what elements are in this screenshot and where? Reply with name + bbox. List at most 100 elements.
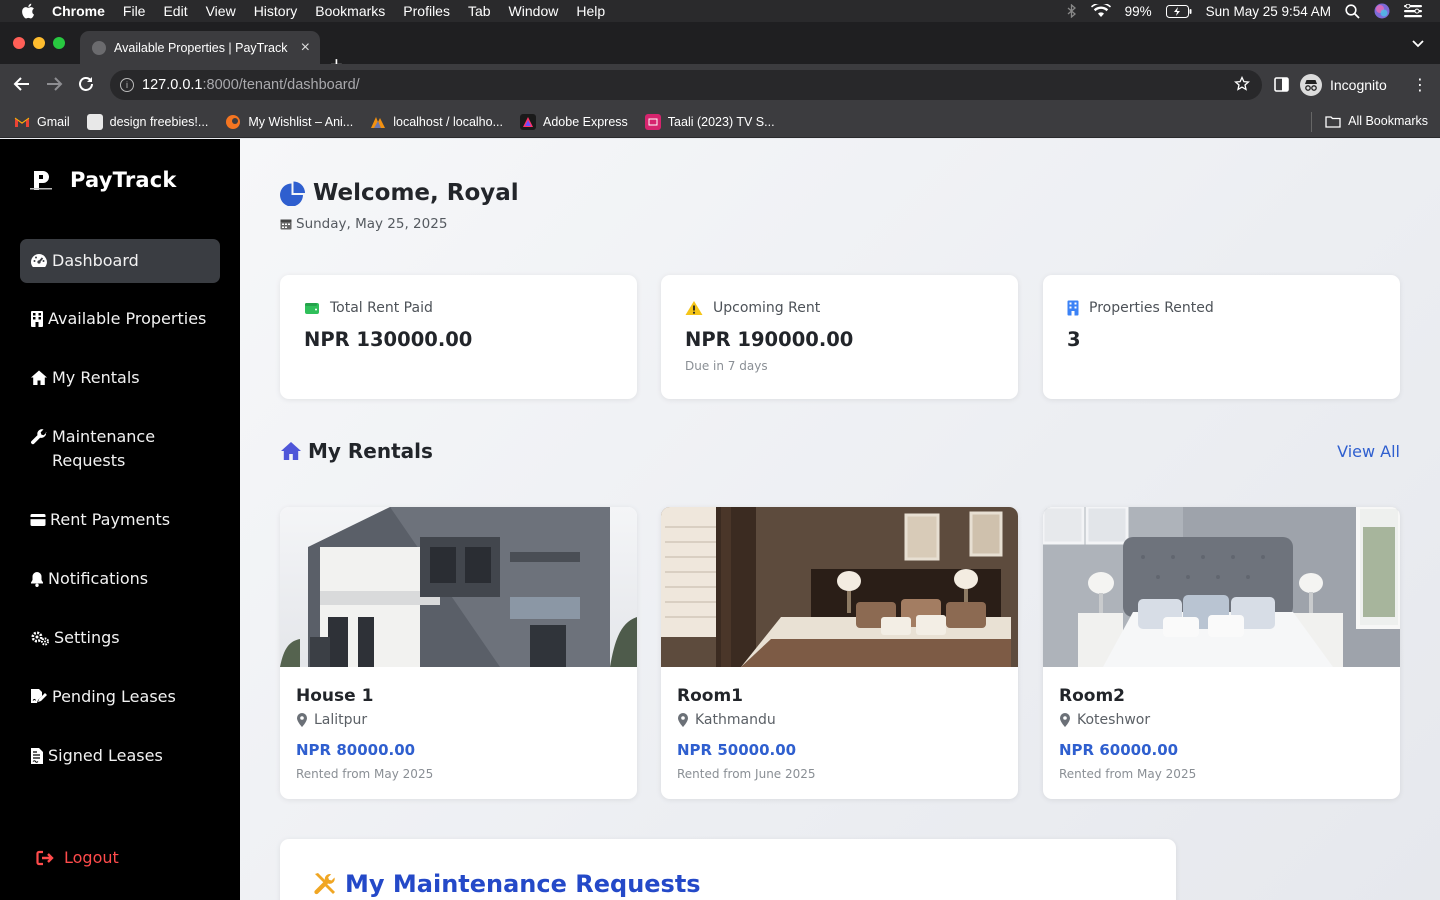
warning-icon: [685, 301, 703, 315]
wallet-icon: [305, 303, 319, 314]
stat-label: Total Rent Paid: [330, 300, 433, 316]
wrench-icon: [31, 429, 47, 445]
bluetooth-icon[interactable]: [1067, 4, 1077, 18]
rental-since: Rented from May 2025: [296, 767, 434, 781]
phpmyadmin-icon: [370, 114, 386, 130]
menu-edit[interactable]: Edit: [163, 3, 187, 19]
side-panel-icon[interactable]: [1274, 77, 1289, 92]
menu-history[interactable]: History: [254, 3, 298, 19]
address-bar[interactable]: i 127.0.0.1:8000/tenant/dashboard/: [110, 70, 1262, 100]
sidebar-item-label: My Rentals: [52, 368, 140, 387]
bookmark-design-freebies[interactable]: design freebies!...: [86, 113, 209, 130]
bookmark-label: Gmail: [37, 114, 70, 129]
page-icon: [86, 113, 103, 130]
menu-bookmarks[interactable]: Bookmarks: [315, 3, 385, 19]
sidebar-item-pending-leases[interactable]: Pending Leases: [20, 685, 220, 709]
brand[interactable]: PayTrack: [28, 167, 177, 193]
bookmarks-bar: Gmail design freebies!... My Wishlist – …: [0, 106, 1440, 138]
crunchyroll-icon: [225, 114, 241, 130]
window-close-button[interactable]: [13, 37, 25, 49]
bookmarks-divider: [1311, 112, 1312, 132]
property-price: NPR 60000.00: [1059, 741, 1179, 759]
sidebar-item-available-properties[interactable]: Available Properties: [20, 307, 220, 331]
url-path: :8000/tenant/dashboard/: [202, 77, 360, 93]
reload-icon[interactable]: [77, 75, 95, 93]
map-pin-icon: [1060, 713, 1070, 727]
incognito-profile-button[interactable]: Incognito: [1300, 72, 1397, 98]
logout-button[interactable]: Logout: [36, 848, 119, 867]
bookmark-taali[interactable]: Taali (2023) TV S...: [644, 113, 775, 130]
bookmark-gmail[interactable]: Gmail: [14, 114, 70, 130]
stat-subtext: Due in 7 days: [685, 359, 768, 373]
sidebar-item-notifications[interactable]: Notifications: [20, 567, 220, 591]
property-photo: [661, 507, 1018, 667]
back-arrow-icon[interactable]: [13, 75, 31, 93]
menu-window[interactable]: Window: [509, 3, 559, 19]
rental-since: Rented from May 2025: [1059, 767, 1197, 781]
menu-app-name[interactable]: Chrome: [52, 3, 105, 19]
dashboard-icon: [31, 254, 47, 267]
bookmark-label: localhost / localho...: [393, 114, 504, 129]
sign-out-icon: [36, 850, 54, 865]
sidebar-item-rent-payments[interactable]: Rent Payments: [20, 508, 220, 532]
sidebar-item-signed-leases[interactable]: Signed Leases: [20, 744, 220, 768]
view-all-link[interactable]: View All: [1337, 442, 1400, 461]
tab-close-icon[interactable]: ×: [301, 39, 310, 57]
bookmark-label: design freebies!...: [109, 114, 209, 129]
spotlight-search-icon[interactable]: [1345, 3, 1360, 19]
rental-card-room1[interactable]: Room1 Kathmandu NPR 50000.00 Rented from…: [661, 507, 1018, 799]
property-photo: [280, 507, 637, 667]
calendar-icon: [280, 219, 292, 230]
property-name: Room2: [1059, 686, 1125, 706]
siri-icon[interactable]: [1374, 3, 1390, 19]
property-price: NPR 50000.00: [677, 741, 797, 759]
all-bookmarks-label: All Bookmarks: [1348, 114, 1428, 128]
menu-file[interactable]: File: [123, 3, 146, 19]
wifi-icon[interactable]: [1090, 4, 1111, 18]
browser-menu-icon[interactable]: ⋮: [1412, 76, 1428, 94]
rental-card-house-1[interactable]: House 1 Lalitpur NPR 80000.00 Rented fro…: [280, 507, 637, 799]
page-title: Welcome, Royal: [280, 180, 519, 206]
battery-icon[interactable]: [1165, 4, 1192, 18]
menu-profiles[interactable]: Profiles: [403, 3, 450, 19]
rental-card-room2[interactable]: Room2 Koteshwor NPR 60000.00 Rented from…: [1043, 507, 1400, 799]
bookmark-wishlist[interactable]: My Wishlist – Ani...: [225, 114, 353, 130]
gmail-icon: [14, 114, 30, 130]
apple-icon[interactable]: [20, 2, 38, 20]
location-text: Kathmandu: [695, 712, 776, 728]
bookmark-label: Taali (2023) TV S...: [667, 114, 775, 129]
sidebar-item-my-rentals[interactable]: My Rentals: [20, 366, 220, 390]
adobe-express-icon: [520, 113, 537, 130]
url-host: 127.0.0.1: [142, 77, 203, 93]
file-signature-icon: [31, 689, 47, 703]
location-text: Lalitpur: [314, 712, 368, 728]
sidebar-item-settings[interactable]: Settings: [20, 626, 220, 650]
incognito-label: Incognito: [1330, 77, 1387, 93]
clock[interactable]: Sun May 25 9:54 AM: [1206, 4, 1331, 19]
stat-value: NPR 130000.00: [304, 328, 473, 351]
sidebar: PayTrack Dashboard Available Properties …: [0, 139, 240, 900]
menu-tab[interactable]: Tab: [468, 3, 491, 19]
bookmark-adobe-express[interactable]: Adobe Express: [520, 113, 628, 130]
forward-arrow-icon[interactable]: [45, 75, 63, 93]
os-menubar: Chrome File Edit View History Bookmarks …: [0, 0, 1440, 22]
site-info-icon[interactable]: i: [120, 78, 134, 92]
logout-label: Logout: [64, 848, 119, 867]
bookmark-star-icon[interactable]: [1234, 76, 1250, 92]
bookmark-localhost[interactable]: localhost / localho...: [370, 114, 503, 130]
tab-search-chevron-icon[interactable]: [1412, 40, 1424, 48]
sidebar-item-dashboard[interactable]: Dashboard: [20, 239, 220, 283]
browser-tab-active[interactable]: Available Properties | PayTrack ×: [80, 31, 320, 64]
window-zoom-button[interactable]: [53, 37, 65, 49]
sidebar-item-label: Available Properties: [48, 309, 207, 328]
date-text: Sunday, May 25, 2025: [296, 216, 448, 232]
control-center-icon[interactable]: [1404, 4, 1422, 18]
file-contract-icon: [31, 748, 43, 764]
tv-icon: [644, 113, 661, 130]
window-minimize-button[interactable]: [33, 37, 45, 49]
sidebar-item-maintenance-requests[interactable]: Maintenance Requests: [20, 425, 220, 473]
menu-help[interactable]: Help: [576, 3, 605, 19]
menu-view[interactable]: View: [206, 3, 236, 19]
bookmark-label: My Wishlist – Ani...: [248, 114, 354, 129]
all-bookmarks-button[interactable]: All Bookmarks: [1325, 114, 1428, 128]
